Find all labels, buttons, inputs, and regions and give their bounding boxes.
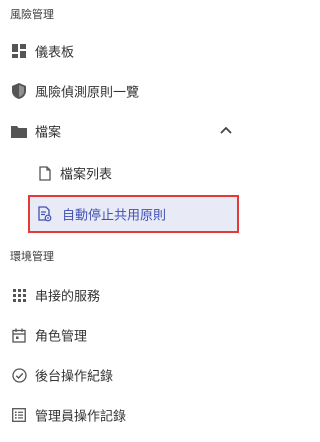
file-settings-icon — [38, 206, 54, 222]
section-title-risk: 風險管理 — [10, 9, 54, 21]
check-circle-icon — [11, 367, 27, 383]
nav-item-dashboard[interactable]: 儀表板 — [0, 31, 245, 71]
nav-item-label: 儀表板 — [35, 44, 75, 60]
nav-item-label: 自動停止共用原則 — [62, 207, 167, 223]
chevron-up-icon[interactable] — [219, 124, 233, 138]
nav-item-label: 檔案 — [35, 124, 62, 140]
nav-item-backend-logs[interactable]: 後台操作紀錄 — [0, 355, 245, 395]
file-icon — [37, 165, 53, 181]
nav-item-file-list[interactable]: 檔案列表 — [0, 153, 245, 193]
nav-item-auto-stop-sharing[interactable]: 自動停止共用原則 — [28, 195, 239, 233]
nav-item-roles[interactable]: 角色管理 — [0, 315, 245, 355]
nav-item-label: 串接的服務 — [35, 288, 101, 304]
nav-item-risk-rules[interactable]: 風險偵測原則一覽 — [0, 71, 245, 111]
section-title-env: 環境管理 — [10, 251, 54, 263]
calendar-icon — [11, 327, 27, 343]
shield-icon — [11, 83, 27, 99]
folder-icon — [11, 123, 27, 139]
nav-item-admin-logs[interactable]: 管理員操作記錄 — [0, 395, 245, 435]
nav-item-label: 後台操作紀錄 — [35, 368, 114, 384]
nav-item-label: 角色管理 — [35, 328, 88, 344]
list-icon — [11, 407, 27, 423]
nav-item-label: 檔案列表 — [60, 166, 113, 182]
nav-item-label: 風險偵測原則一覽 — [35, 84, 140, 100]
grid-icon — [11, 287, 27, 303]
dashboard-icon — [11, 43, 27, 59]
nav-item-services[interactable]: 串接的服務 — [0, 275, 245, 315]
nav-item-label: 管理員操作記錄 — [35, 408, 127, 424]
nav-item-files[interactable]: 檔案 — [0, 111, 245, 151]
